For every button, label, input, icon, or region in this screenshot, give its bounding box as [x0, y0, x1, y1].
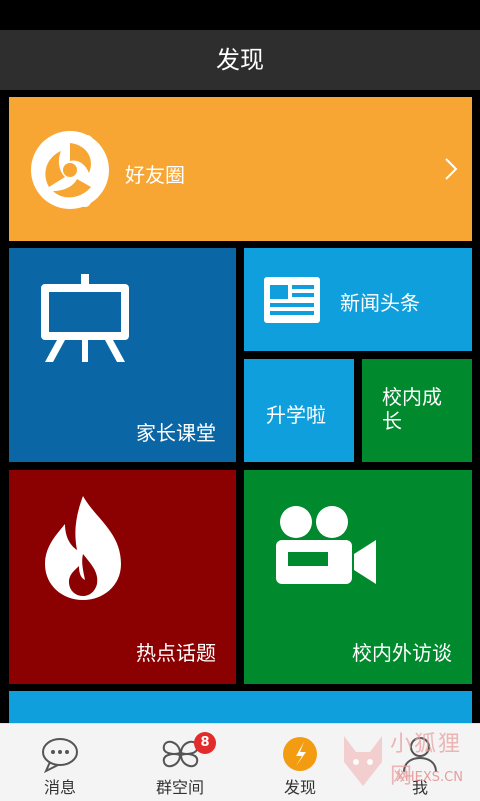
- page-title: 发现: [216, 46, 264, 74]
- news-headlines-label: 新闻头条: [340, 291, 420, 315]
- discover-compass-icon: [283, 737, 317, 771]
- tab-messages[interactable]: 消息: [0, 724, 120, 801]
- parent-class-label: 家长课堂: [136, 421, 216, 445]
- tile-parent-class[interactable]: 家长课堂: [9, 248, 236, 462]
- status-bar: [0, 0, 480, 30]
- chevron-right-icon: [445, 158, 458, 180]
- school-growth-label: 校内成长: [382, 385, 442, 433]
- newspaper-icon: [264, 277, 320, 323]
- video-camera-icon: [276, 506, 376, 584]
- easel-board-icon: [41, 274, 129, 362]
- flame-icon: [45, 496, 121, 600]
- friends-circle-logo-icon: [31, 131, 109, 209]
- friends-circle-label: 好友圈: [125, 163, 185, 187]
- discover-grid: 好友圈 家长课堂 新闻头条 升学啦 校内成长 热点话题 校内外访谈: [0, 90, 480, 723]
- interview-label: 校内外访谈: [352, 641, 452, 665]
- tile-friends-circle[interactable]: 好友圈: [9, 97, 472, 241]
- tile-school-entry[interactable]: 升学啦: [244, 359, 354, 462]
- watermark: 小狐狸网 XHEXS.CN: [338, 726, 478, 798]
- school-entry-label: 升学啦: [266, 403, 326, 427]
- tile-partial-next[interactable]: [9, 691, 472, 723]
- tile-hot-topics[interactable]: 热点话题: [9, 470, 236, 684]
- tile-news-headlines[interactable]: 新闻头条: [244, 248, 472, 351]
- tab-group-space-label: 群空间: [155, 778, 204, 797]
- tile-school-growth[interactable]: 校内成长: [362, 359, 472, 462]
- fox-logo-icon: [344, 736, 382, 786]
- chat-bubble-icon: [42, 738, 78, 774]
- tab-group-space[interactable]: 8 群空间: [120, 724, 240, 801]
- tab-messages-label: 消息: [43, 778, 76, 797]
- tile-interview[interactable]: 校内外访谈: [244, 470, 472, 684]
- title-bar: 发现: [0, 30, 480, 90]
- watermark-en-text: XHEXS.CN: [396, 770, 463, 785]
- notification-badge: 8: [194, 732, 216, 754]
- hot-topics-label: 热点话题: [136, 641, 216, 665]
